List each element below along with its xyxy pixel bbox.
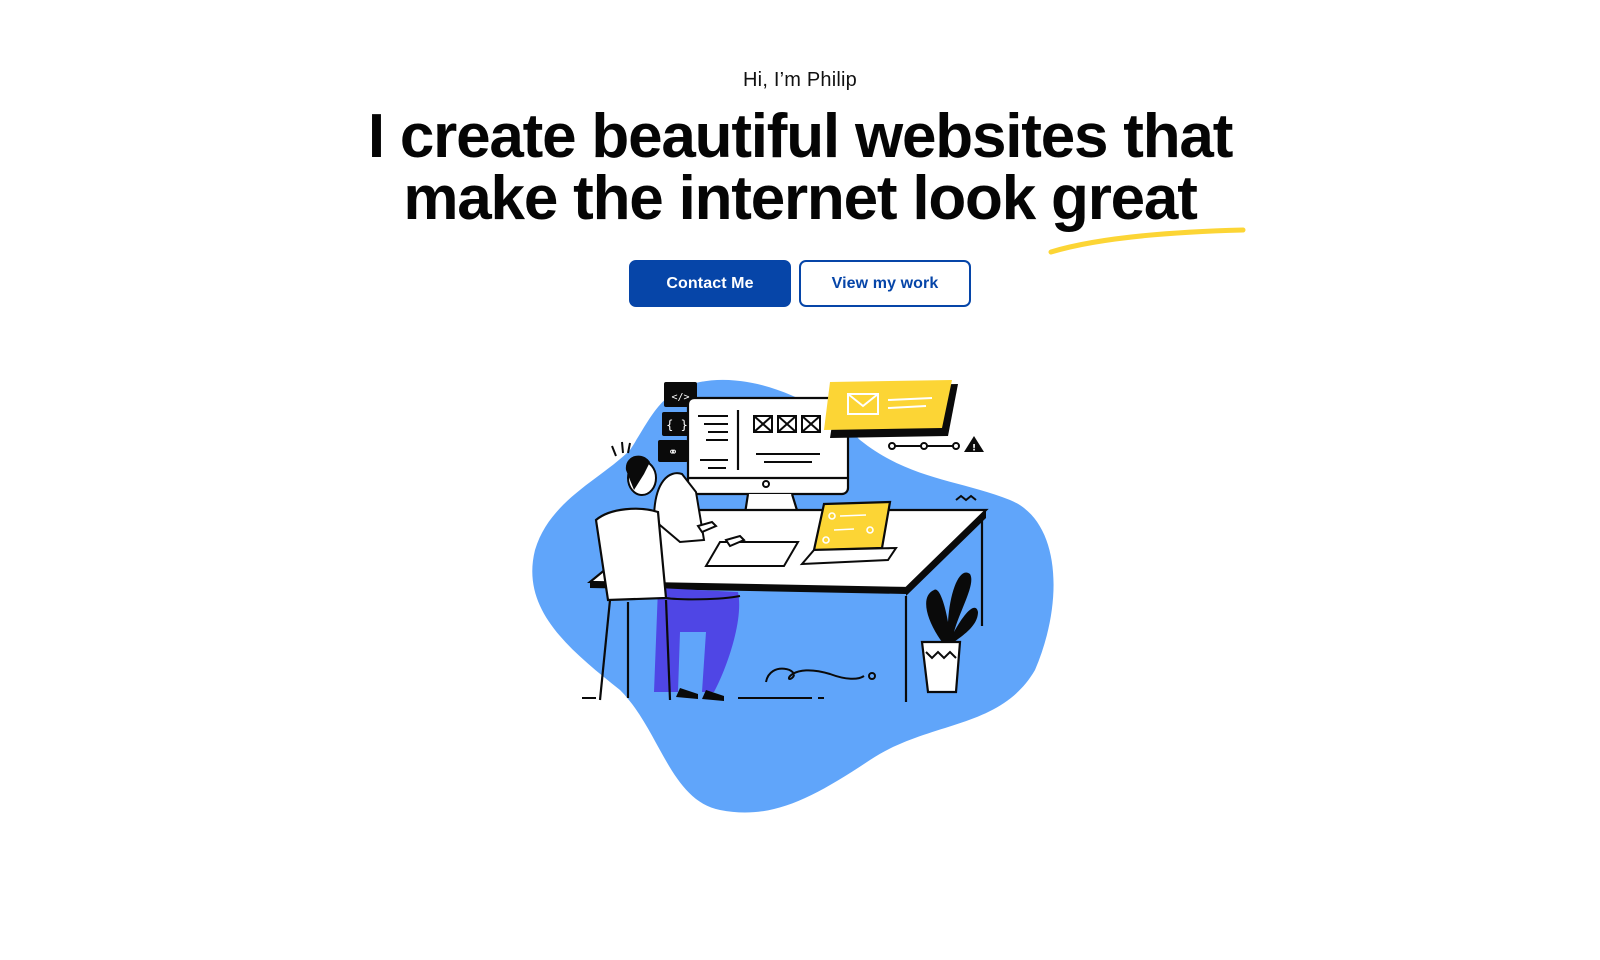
greeting-text: Hi, I’m Philip <box>743 69 857 91</box>
hero-actions: Contact Me View my work <box>0 260 1600 307</box>
svg-text:{ }: { } <box>666 418 688 432</box>
svg-text:</>: </> <box>671 392 689 403</box>
headline-line-1: I create beautiful websites that <box>367 102 1233 171</box>
svg-text:⚭: ⚭ <box>668 445 678 459</box>
headline-highlight: great <box>1048 168 1246 255</box>
warning-icon: ! <box>964 436 984 454</box>
page: Hi, I’m Philip I create beautiful websit… <box>0 0 1600 960</box>
headline: I create beautiful websites that make th… <box>250 102 1350 255</box>
headline-line-2-text: make the internet look <box>403 164 1052 233</box>
keyboard <box>704 541 800 567</box>
contact-me-button[interactable]: Contact Me <box>629 260 791 307</box>
developer-at-desk-illustration: </> { } ⚭ ! <box>532 379 1054 813</box>
view-my-work-button[interactable]: View my work <box>799 260 971 307</box>
headline-line-2: make the internet look great <box>250 168 1350 255</box>
headline-highlight-word: great <box>1051 164 1198 233</box>
svg-text:!: ! <box>972 444 976 454</box>
envelope-icon <box>824 380 958 438</box>
link-icon: ⚭ <box>658 440 688 462</box>
hero-section: Hi, I’m Philip I create beautiful websit… <box>0 66 1600 307</box>
progress-line <box>888 442 960 450</box>
